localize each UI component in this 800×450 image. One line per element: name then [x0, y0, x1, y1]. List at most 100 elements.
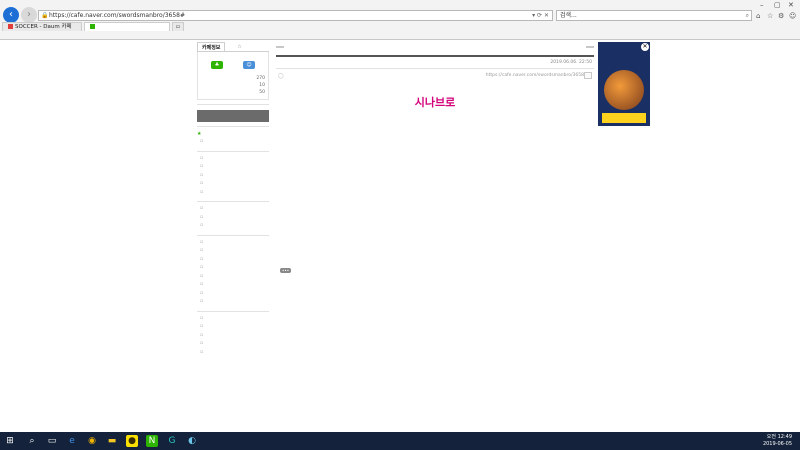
daum-favicon-icon: [8, 24, 13, 29]
sidebar-item[interactable]: [197, 349, 269, 358]
board-section: [197, 150, 269, 198]
search-icon[interactable]: ⌕: [746, 11, 749, 20]
sidebar-item[interactable]: [197, 340, 269, 349]
clock[interactable]: 오전 12:49 2019-06-05: [763, 434, 792, 448]
copy-url-button[interactable]: [584, 72, 592, 79]
sidebar-item[interactable]: [197, 332, 269, 341]
board-section: [197, 201, 269, 231]
steam-icon[interactable]: ◐: [186, 435, 198, 447]
sidebar-item[interactable]: [197, 205, 269, 214]
lock-icon: 🔒: [41, 12, 49, 19]
article-permalink: https://cafe.naver.com/swordsmanbro/3658: [486, 72, 592, 79]
sidebar-item[interactable]: [197, 256, 269, 265]
back-button[interactable]: ‹: [3, 7, 19, 23]
article-meta: 2019.06.06. 22:50: [550, 60, 592, 65]
leaf-icon: ♣: [211, 61, 223, 69]
menu-bar: [0, 31, 800, 40]
tab-my-activity[interactable]: [225, 42, 233, 51]
sidebar-item[interactable]: [197, 180, 269, 189]
board-section: [197, 234, 269, 307]
count-value: 50: [259, 90, 265, 95]
favorites-star-icon[interactable]: ☆: [767, 12, 773, 20]
count-row: 270: [201, 75, 265, 82]
sidebar-item[interactable]: [197, 264, 269, 273]
board-section: [197, 310, 269, 358]
sidebar-item[interactable]: [197, 323, 269, 332]
address-bar[interactable]: 🔒 https://cafe.naver.com/swordsmanbro/36…: [38, 10, 553, 21]
windows-taskbar: ⊞ ⌕ ▭ e ◉ ▬ ● N G ◐ 오전 12:49 2019-06-05: [0, 432, 800, 450]
profile-stats: ♣ ☺: [201, 61, 265, 70]
gear-icon[interactable]: ⚙: [778, 12, 784, 20]
members-icon: ☺: [243, 61, 255, 69]
tab-cafe[interactable]: [84, 22, 170, 31]
sidebar-item[interactable]: [197, 222, 269, 231]
list-button[interactable]: [586, 46, 594, 48]
sidebar-item[interactable]: [197, 138, 269, 147]
article-header: 2019.06.06. 22:50: [276, 55, 594, 69]
permalink-text[interactable]: https://cafe.naver.com/swordsmanbro/3658: [486, 73, 584, 78]
stat-members[interactable]: ☺: [243, 61, 255, 70]
sidebar-item[interactable]: [197, 239, 269, 248]
application-heading: 시나브로: [280, 94, 590, 110]
article-author-row: https://cafe.naver.com/swordsmanbro/3658: [276, 69, 594, 82]
sidebar-item[interactable]: [197, 315, 269, 324]
close-icon[interactable]: ✕: [641, 43, 649, 51]
heading-brand: 시나브로: [414, 96, 456, 109]
article-date: 2019.06.06. 22:50: [550, 60, 592, 65]
windows-start-icon[interactable]: ⊞: [4, 435, 16, 447]
forward-button[interactable]: ›: [21, 7, 37, 23]
new-tab-button[interactable]: ▫: [172, 22, 184, 31]
count-row: 50: [201, 89, 265, 96]
sidebar-item[interactable]: [197, 155, 269, 164]
smiley-icon[interactable]: ☺: [789, 12, 796, 20]
chrome-icon[interactable]: ◉: [86, 435, 98, 447]
tab-cafe-info[interactable]: 카페정보: [197, 42, 226, 51]
sidebar-item[interactable]: [197, 214, 269, 223]
clock-time: 오전 12:49: [766, 434, 792, 440]
cafe-profile: ♣ ☺ 270 10 50: [197, 52, 269, 100]
naver-icon[interactable]: N: [146, 435, 158, 447]
banner-ad[interactable]: ✕: [598, 42, 650, 126]
home-icon[interactable]: ⌂: [756, 12, 760, 20]
file-explorer-icon[interactable]: ▬: [106, 435, 118, 447]
write-post-button[interactable]: [197, 110, 269, 122]
search-placeholder: 검색...: [560, 12, 577, 19]
sidebar-item[interactable]: [197, 290, 269, 299]
back-link[interactable]: [276, 46, 284, 48]
minimize-icon[interactable]: –: [760, 1, 764, 9]
star-icon: ★: [197, 131, 202, 137]
count-row: 10: [201, 82, 265, 89]
sidebar-item[interactable]: [197, 247, 269, 256]
article: 2019.06.06. 22:50 https://cafe.naver.com…: [276, 42, 594, 279]
sidebar-item[interactable]: [197, 273, 269, 282]
clock-date: 2019-06-05: [762, 441, 792, 447]
search-icon[interactable]: ⌕: [26, 435, 38, 447]
address-tools-icon[interactable]: ▾ ⟳ ✕: [532, 11, 549, 20]
kakaotalk-icon[interactable]: ●: [126, 435, 138, 447]
star-icon[interactable]: ☆: [233, 42, 245, 51]
ad-cta-button[interactable]: [602, 113, 646, 123]
maximize-icon[interactable]: ▢: [774, 1, 781, 9]
sidebar-item[interactable]: [197, 172, 269, 181]
search-box[interactable]: 검색... ⌕: [556, 10, 752, 21]
task-view-icon[interactable]: ▭: [46, 435, 58, 447]
browser-chrome: ‹ › 🔒 https://cafe.naver.com/swordsmanbr…: [0, 0, 800, 40]
cafe-sidebar: 카페정보 ☆ ♣ ☺ 270 10 50 ★ ▫ ▫ ▫ ▫ ▫ ▫ ▫ ▫ ▫…: [197, 42, 269, 357]
ie-icon[interactable]: e: [66, 435, 78, 447]
favorites-heading[interactable]: ★: [197, 130, 269, 138]
stat-rank: ♣: [211, 61, 223, 70]
author-nickname[interactable]: [278, 73, 284, 79]
close-icon[interactable]: ✕: [788, 1, 794, 9]
article-toolbar: [276, 42, 594, 52]
sidebar-item[interactable]: [197, 298, 269, 307]
application-questions: [280, 124, 590, 164]
sidebar-item[interactable]: [197, 281, 269, 290]
game-launcher-icon[interactable]: G: [166, 435, 178, 447]
sidebar-item[interactable]: [197, 189, 269, 198]
article-footer: •••: [280, 268, 590, 273]
article-body: 시나브로 •••: [276, 82, 594, 279]
favorites-section: ★: [197, 126, 269, 147]
more-tag[interactable]: •••: [280, 268, 292, 273]
tab-soccer[interactable]: SOCCER - Daum 카페: [2, 22, 82, 31]
sidebar-item[interactable]: [197, 163, 269, 172]
